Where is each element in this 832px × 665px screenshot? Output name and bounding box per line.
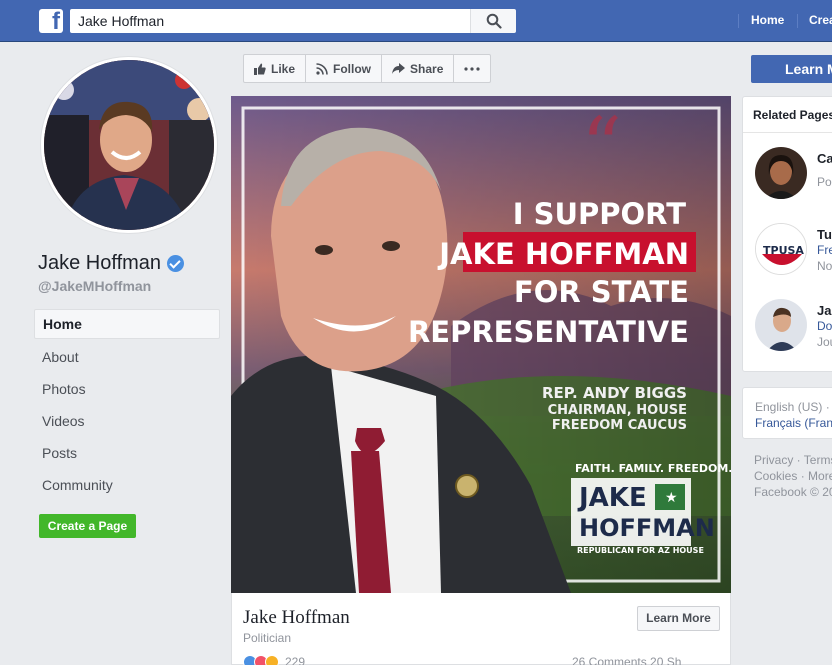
cover-logo-line-2: HOFFMAN	[579, 514, 715, 542]
related-page-category: Po	[817, 175, 832, 189]
language-option-french[interactable]: Français (Fran	[755, 416, 832, 430]
cover-endorser: REP. ANDY BIGGS	[542, 384, 687, 402]
page-nav-posts[interactable]: Posts	[34, 437, 220, 469]
page-action-bar: Like Follow Share	[243, 54, 492, 83]
cover-endorser-title-2: FREEDOM CAUCUS	[552, 418, 687, 433]
search-icon	[486, 13, 502, 29]
page-name-heading[interactable]: Jake Hoffman	[38, 252, 185, 275]
like-button[interactable]: Like	[244, 55, 307, 82]
footer-copyright: Facebook © 20	[754, 485, 832, 499]
page-title[interactable]: Jake Hoffman	[243, 607, 350, 629]
cover-headline-4: REPRESENTATIVE	[408, 315, 689, 349]
cover-photo[interactable]: “ I SUPPORT JAKE HOFFMAN FOR STATE REPRE…	[231, 96, 731, 593]
related-page-avatar[interactable]	[755, 299, 807, 351]
page-handle[interactable]: @JakeMHoffman	[38, 278, 151, 294]
current-language: English (US) ·	[755, 400, 830, 414]
related-page-name[interactable]: Ca	[817, 151, 832, 166]
share-arrow-icon	[392, 62, 406, 74]
more-options-button[interactable]	[454, 55, 490, 82]
footer-links: Privacy · Terms Cookies · More Facebook …	[754, 452, 832, 500]
page-category[interactable]: Politician	[243, 631, 291, 645]
svg-text:TPUSA: TPUSA	[763, 244, 804, 257]
share-label: Share	[410, 61, 444, 76]
top-nav-bar: f Home Crea	[0, 0, 832, 42]
cover-headline-3: FOR STATE	[514, 275, 689, 309]
related-page-meta: No	[817, 259, 832, 273]
reactions-summary[interactable]: 229	[243, 655, 305, 665]
related-page-avatar[interactable]: TPUSA	[755, 223, 807, 275]
related-pages-heading: Related Pages	[743, 97, 832, 133]
learn-more-button[interactable]: Learn More	[637, 606, 720, 631]
svg-text:“: “	[581, 100, 622, 193]
share-button[interactable]: Share	[382, 55, 455, 82]
page-nav-home[interactable]: Home	[34, 309, 220, 339]
cover-logo-line-1: JAKE	[577, 483, 647, 513]
learn-more-primary-button[interactable]: Learn M	[751, 55, 832, 83]
rss-icon	[316, 62, 328, 75]
search-button[interactable]	[470, 9, 516, 33]
footer-cookies-more[interactable]: Cookies · More	[754, 468, 832, 484]
comments-shares-count[interactable]: 26 Comments 20 Sh	[572, 655, 681, 665]
cover-headline-1: I SUPPORT	[513, 197, 687, 231]
related-page-category[interactable]: Fre	[817, 243, 832, 257]
related-page-item[interactable]: Ca Po	[755, 147, 832, 201]
page-nav-about[interactable]: About	[34, 341, 220, 373]
page-nav-videos[interactable]: Videos	[34, 405, 220, 437]
follow-button[interactable]: Follow	[306, 55, 383, 82]
create-page-button[interactable]: Create a Page	[39, 514, 136, 538]
page-name-text: Jake Hoffman	[38, 252, 162, 274]
nav-home-link[interactable]: Home	[751, 13, 784, 27]
related-page-item[interactable]: Ja Do Jou	[755, 299, 832, 353]
cover-slogan: FAITH. FAMILY. FREEDOM.	[575, 462, 731, 475]
related-page-avatar[interactable]	[755, 147, 807, 199]
verified-badge-icon	[167, 255, 185, 272]
reactions-count: 229	[285, 655, 306, 665]
related-page-name[interactable]: Ja	[817, 303, 831, 318]
profile-picture[interactable]	[44, 60, 214, 230]
related-page-item[interactable]: TPUSA Tu Fre No	[755, 223, 832, 277]
nav-divider	[797, 14, 798, 28]
like-label: Like	[271, 61, 296, 76]
related-page-name[interactable]: Tu	[817, 227, 832, 242]
haha-reaction-icon	[265, 655, 279, 665]
cover-logo-sub: REPUBLICAN FOR AZ HOUSE	[577, 546, 704, 555]
more-dots-icon	[464, 66, 480, 71]
related-pages-panel: Related Pages Ca Po TPUSA Tu Fre No Ja D…	[742, 96, 832, 372]
language-selector-panel: English (US) · Français (Fran	[742, 387, 832, 439]
star-icon: ★	[665, 490, 678, 506]
thumbs-up-icon	[254, 63, 266, 75]
nav-create-link[interactable]: Crea	[809, 13, 832, 27]
footer-privacy-terms[interactable]: Privacy · Terms	[754, 452, 832, 468]
search-input[interactable]	[70, 9, 470, 33]
nav-divider	[738, 14, 739, 28]
left-sidebar: Jake Hoffman @JakeMHoffman Home About Ph…	[0, 42, 231, 665]
cover-endorser-title-1: CHAIRMAN, HOUSE	[548, 403, 687, 418]
facebook-logo-icon[interactable]: f	[39, 8, 63, 35]
page-info-card: Jake Hoffman Politician Learn More 229 2…	[231, 593, 731, 665]
related-page-meta: Jou	[817, 335, 832, 349]
follow-label: Follow	[333, 61, 372, 76]
page-nav-photos[interactable]: Photos	[34, 373, 220, 405]
cover-headline-2: JAKE HOFFMAN	[437, 237, 689, 271]
page-nav-community[interactable]: Community	[34, 469, 220, 501]
page-nav-list: Home About Photos Videos Posts Community	[34, 309, 220, 501]
related-page-category[interactable]: Do	[817, 319, 832, 333]
